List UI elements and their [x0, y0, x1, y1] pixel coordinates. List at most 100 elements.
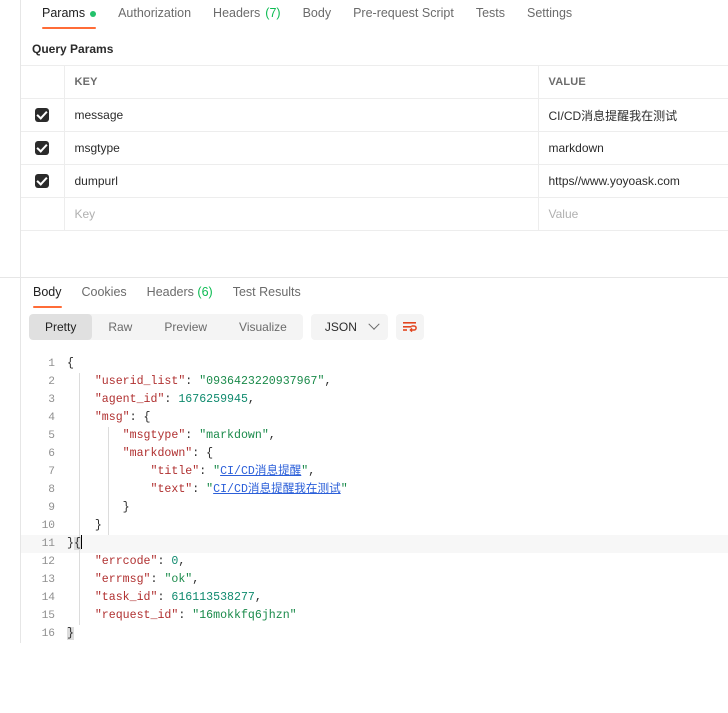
line-content: } — [67, 519, 102, 532]
line-content: "agent_id": 1676259945, — [94, 393, 255, 406]
code-line: 3 "agent_id": 1676259945, — [21, 391, 728, 409]
view-mode-raw[interactable]: Raw — [92, 314, 148, 340]
tab-body[interactable]: Body — [292, 0, 343, 30]
line-number: 14 — [41, 592, 55, 604]
line-number: 11 — [41, 538, 55, 550]
params-modified-dot-icon — [90, 10, 97, 17]
tab-headers-count: (7) — [265, 6, 281, 20]
line-content: "request_id": "16mokkfq6jhzn" — [94, 609, 297, 622]
line-content: }{ — [67, 535, 83, 550]
header-cell-value: VALUE — [538, 65, 728, 99]
line-content: "errmsg": "ok", — [94, 573, 200, 586]
code-line: 4 "msg": { — [21, 409, 728, 427]
row-value-cell[interactable]: https//www.yoyoask.com — [538, 164, 728, 198]
response-format-select[interactable]: JSON — [310, 314, 388, 340]
tab-params[interactable]: Params — [31, 0, 107, 30]
response-body-code-viewer[interactable]: 1 { 2 "userid_list": "0936423220937967",… — [21, 347, 728, 643]
text-cursor — [80, 535, 83, 549]
line-number: 4 — [48, 412, 55, 424]
tab-tests[interactable]: Tests — [465, 0, 516, 30]
line-content: "msgtype": "markdown", — [122, 429, 276, 442]
response-view-toolbar: Pretty Raw Preview Visualize JSON — [21, 309, 728, 347]
code-line: 7 "title": "CI/CD消息提醒", — [21, 463, 728, 481]
view-mode-preview[interactable]: Preview — [148, 314, 223, 340]
new-key-input[interactable]: Key — [65, 207, 538, 221]
line-number: 16 — [41, 628, 55, 640]
new-value-input[interactable]: Value — [539, 207, 728, 221]
line-content: } — [67, 627, 74, 640]
line-content: "text": "CI/CD消息提醒我在测试" — [150, 483, 348, 496]
row-value-cell[interactable]: CI/CD消息提醒我在测试 — [538, 98, 728, 132]
response-tab-headers[interactable]: Headers (6) — [137, 278, 223, 309]
query-params-title: Query Params — [32, 42, 114, 56]
row-key-dumpurl: dumpurl — [74, 174, 118, 188]
autolink-title[interactable]: CI/CD消息提醒 — [220, 465, 301, 478]
line-number: 5 — [48, 430, 55, 442]
tab-headers[interactable]: Headers (7) — [202, 0, 292, 30]
line-content: "task_id": 616113538277, — [94, 591, 262, 604]
tab-pre-request-script[interactable]: Pre-request Script — [342, 0, 465, 30]
row-checkbox-message[interactable] — [35, 108, 50, 122]
row-value-message: CI/CD消息提醒我在测试 — [548, 108, 678, 123]
code-line: 10 } — [21, 517, 728, 535]
line-number: 3 — [48, 394, 55, 406]
tab-settings[interactable]: Settings — [516, 0, 583, 30]
tab-params-label: Params — [42, 6, 86, 20]
response-tab-cookies-label: Cookies — [81, 285, 127, 299]
row-checkbox-empty[interactable] — [35, 207, 49, 221]
response-tab-cookies[interactable]: Cookies — [72, 278, 137, 309]
tab-body-label: Body — [302, 6, 332, 20]
autolink-text[interactable]: CI/CD消息提醒我在测试 — [213, 483, 341, 496]
row-checkbox-msgtype[interactable] — [35, 141, 50, 155]
request-pane-spacer — [21, 231, 728, 277]
row-checkbox-cell — [21, 98, 65, 132]
chevron-down-icon — [368, 318, 380, 330]
response-pane: Body Cookies Headers (6) Test Results Pr… — [20, 278, 728, 643]
response-tabbar: Body Cookies Headers (6) Test Results — [21, 278, 728, 309]
line-content: "errcode": 0, — [94, 555, 186, 568]
line-number: 9 — [48, 502, 55, 514]
row-key-cell[interactable]: message — [64, 98, 539, 132]
code-line: 6 "markdown": { — [21, 445, 728, 463]
row-value-dumpurl: https//www.yoyoask.com — [548, 174, 680, 188]
table-row-empty: Key Value — [21, 197, 728, 231]
code-line-with-cursor: 11 }{ — [21, 535, 728, 553]
code-line: 5 "msgtype": "markdown", — [21, 427, 728, 445]
word-wrap-toggle-button[interactable] — [395, 314, 424, 340]
row-value-msgtype: markdown — [548, 141, 604, 155]
row-key-msgtype: msgtype — [74, 141, 120, 155]
response-tab-test-results[interactable]: Test Results — [223, 278, 311, 309]
row-key-cell[interactable]: dumpurl — [64, 164, 539, 198]
response-tab-headers-label: Headers — [146, 285, 194, 299]
line-number: 6 — [48, 448, 55, 460]
response-tab-body[interactable]: Body — [23, 278, 72, 309]
response-tab-test-results-label: Test Results — [232, 285, 301, 299]
code-line: 16 } — [21, 625, 728, 643]
code-line: 12 "errcode": 0, — [21, 553, 728, 571]
line-content: { — [67, 357, 74, 370]
tab-authorization[interactable]: Authorization — [107, 0, 202, 30]
line-number: 15 — [41, 610, 55, 622]
tab-pre-request-script-label: Pre-request Script — [353, 6, 454, 20]
header-value-label: VALUE — [548, 76, 586, 88]
row-checkbox-dumpurl[interactable] — [35, 174, 50, 188]
table-row: dumpurl https//www.yoyoask.com — [21, 164, 728, 198]
request-tabbar: Params Authorization Headers (7) Body Pr… — [21, 0, 728, 32]
view-mode-visualize[interactable]: Visualize — [223, 314, 303, 340]
line-content: "markdown": { — [122, 447, 214, 460]
line-number: 12 — [41, 556, 55, 568]
table-row: msgtype markdown — [21, 131, 728, 165]
line-number: 10 — [41, 520, 55, 532]
code-line: 2 "userid_list": "0936423220937967", — [21, 373, 728, 391]
line-number: 2 — [48, 376, 55, 388]
row-value-cell[interactable]: Value — [538, 197, 728, 231]
line-content: "userid_list": "0936423220937967", — [94, 375, 332, 388]
code-line: 15 "request_id": "16mokkfq6jhzn" — [21, 607, 728, 625]
row-key-cell[interactable]: Key — [64, 197, 539, 231]
code-line: 9 } — [21, 499, 728, 517]
row-value-cell[interactable]: markdown — [538, 131, 728, 165]
view-mode-pretty[interactable]: Pretty — [29, 314, 93, 340]
row-checkbox-cell — [21, 131, 65, 165]
row-key-cell[interactable]: msgtype — [64, 131, 539, 165]
response-format-label: JSON — [324, 320, 357, 334]
